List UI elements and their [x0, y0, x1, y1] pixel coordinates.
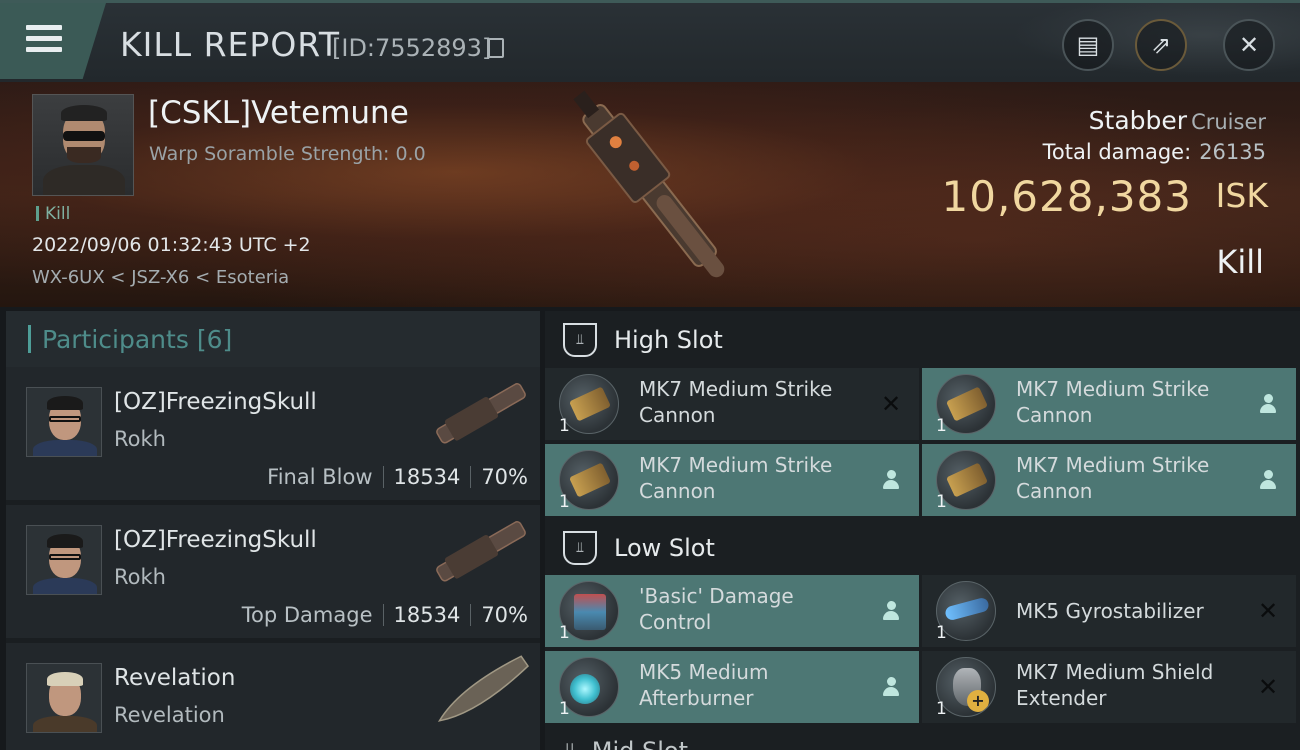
participant-damage: 18534: [393, 465, 461, 489]
participant-avatar: [26, 387, 102, 457]
dropped-user-icon: [879, 468, 903, 492]
participant-stats: Final Blow 18534 70%: [267, 465, 528, 489]
module-quantity: 1: [936, 699, 947, 719]
module-item[interactable]: 1 MK7 Medium Strike Cannon: [922, 368, 1296, 440]
participant-avatar: [26, 525, 102, 595]
close-icon: ✕: [1238, 31, 1260, 59]
module-item[interactable]: 1 'Basic' Damage Control: [545, 575, 919, 647]
high-slot-title: High Slot: [614, 325, 723, 354]
module-item[interactable]: 1 MK7 Medium Strike Cannon ✕: [545, 368, 919, 440]
participant-damage: 18534: [393, 603, 461, 627]
participant-avatar: [26, 663, 102, 733]
dropped-user-icon: [879, 675, 903, 699]
module-name: MK7 Medium Shield Extender: [1016, 660, 1214, 710]
destroyed-icon: ✕: [1257, 597, 1279, 625]
module-name: MK7 Medium Strike Cannon: [1016, 377, 1210, 427]
victim-ship-image[interactable]: [530, 84, 780, 304]
module-name: 'Basic' Damage Control: [639, 584, 794, 634]
clipboard-button[interactable]: ▤: [1062, 19, 1114, 71]
participant-ship: Rokh: [114, 565, 166, 589]
copy-id-icon[interactable]: [488, 38, 504, 58]
module-name: MK5 Medium Afterburner: [639, 660, 769, 710]
participant-card[interactable]: Revelation Revelation: [6, 643, 540, 750]
victim-ship-type[interactable]: Stabber Cruiser: [1089, 106, 1266, 135]
mid-slot-header-partial: ⫫ Mid Slot: [563, 739, 733, 750]
total-damage-value: 26135: [1199, 140, 1266, 164]
module-quantity: 1: [559, 699, 570, 719]
module-item[interactable]: 1 MK7 Medium Strike Cannon: [922, 444, 1296, 516]
participants-title: Participants: [42, 324, 189, 354]
low-slot-icon: ⫫: [563, 530, 597, 565]
module-name: MK7 Medium Strike Cannon: [1016, 453, 1210, 503]
header-bar: KILL REPORT [ID:7552893] ▤ ⇗ ✕: [0, 0, 1300, 83]
module-name: MK7 Medium Strike Cannon: [639, 453, 833, 503]
module-item[interactable]: + 1 MK7 Medium Shield Extender ✕: [922, 651, 1296, 723]
participant-percent: 70%: [481, 465, 528, 489]
module-quantity: 1: [559, 416, 570, 436]
module-name: MK5 Gyrostabilizer: [1016, 599, 1204, 623]
victim-name[interactable]: [CSKL]Vetemune: [148, 95, 409, 131]
clipboard-icon: ▤: [1076, 31, 1100, 59]
dropped-user-icon: [1256, 468, 1280, 492]
fitting-slots-panel: ⫫ High Slot 1 MK7 Medium Strike Cannon ✕ …: [545, 311, 1300, 750]
participant-card[interactable]: [OZ]FreezingSkull Rokh Top Damage 18534 70…: [6, 505, 540, 638]
participant-ship: Rokh: [114, 427, 166, 451]
total-damage-label: Total damage:: [1042, 140, 1192, 164]
high-slot-header: ⫫ High Slot: [545, 311, 1300, 368]
share-button[interactable]: ⇗: [1135, 19, 1187, 71]
module-quantity: 1: [936, 416, 947, 436]
participant-percent: 70%: [481, 603, 528, 627]
kill-datetime: 2022/09/06 01:32:43 UTC +2: [32, 234, 311, 256]
kill-tag: Kill: [36, 204, 70, 224]
victim-avatar[interactable]: [32, 94, 134, 196]
hamburger-menu-icon[interactable]: [26, 25, 62, 55]
participant-name: [OZ]FreezingSkull: [114, 389, 317, 415]
participant-role-label: Top Damage: [241, 603, 373, 627]
module-quantity: 1: [936, 623, 947, 643]
isk-unit: ISK: [1215, 176, 1268, 215]
module-item[interactable]: 1 MK5 Gyrostabilizer ✕: [922, 575, 1296, 647]
destroyed-icon: ✕: [880, 390, 902, 418]
low-slot-header: ⫫ Low Slot: [545, 519, 1300, 576]
report-id: [ID:7552893]: [332, 34, 492, 62]
high-slot-icon: ⫫: [563, 322, 597, 357]
module-item[interactable]: 1 MK5 Medium Afterburner: [545, 651, 919, 723]
participants-panel: Participants [6] [OZ]FreezingSkull Rokh …: [6, 311, 540, 750]
participant-ship: Revelation: [114, 703, 225, 727]
ship-name: Stabber: [1088, 106, 1188, 135]
participant-name: [OZ]FreezingSkull: [114, 527, 317, 553]
menu-button[interactable]: [0, 3, 106, 79]
dropped-user-icon: [879, 599, 903, 623]
participants-count: [6]: [196, 324, 233, 354]
page-title: KILL REPORT: [120, 25, 340, 64]
module-quantity: 1: [559, 492, 570, 512]
low-slot-title: Low Slot: [614, 533, 715, 562]
participant-stats: Top Damage 18534 70%: [242, 603, 528, 627]
participant-role-label: Final Blow: [267, 465, 373, 489]
result-label: Kill: [1216, 243, 1264, 281]
participant-name: Revelation: [114, 665, 236, 691]
participants-header[interactable]: Participants [6]: [6, 311, 540, 367]
warp-scramble-strength: Warp Soramble Strength: 0.0: [149, 143, 426, 165]
ship-class: Cruiser: [1191, 110, 1266, 134]
kill-location[interactable]: WX-6UX < JSZ-X6 < Esoteria: [32, 267, 289, 288]
module-name: MK7 Medium Strike Cannon: [639, 377, 833, 427]
module-quantity: 1: [559, 623, 570, 643]
participant-ship-image: [436, 383, 526, 444]
close-button[interactable]: ✕: [1223, 19, 1275, 71]
destroyed-icon: ✕: [1257, 673, 1279, 701]
dropped-user-icon: [1256, 392, 1280, 416]
share-icon: ⇗: [1150, 31, 1172, 59]
module-quantity: 1: [936, 492, 947, 512]
isk-value: 10,628,383: [941, 172, 1192, 221]
module-item[interactable]: 1 MK7 Medium Strike Cannon: [545, 444, 919, 516]
total-damage: Total damage: 26135: [1043, 140, 1266, 164]
participant-ship-image: [437, 655, 530, 722]
participant-card[interactable]: [OZ]FreezingSkull Rokh Final Blow 18534 70…: [6, 367, 540, 500]
participant-ship-image: [436, 521, 526, 582]
